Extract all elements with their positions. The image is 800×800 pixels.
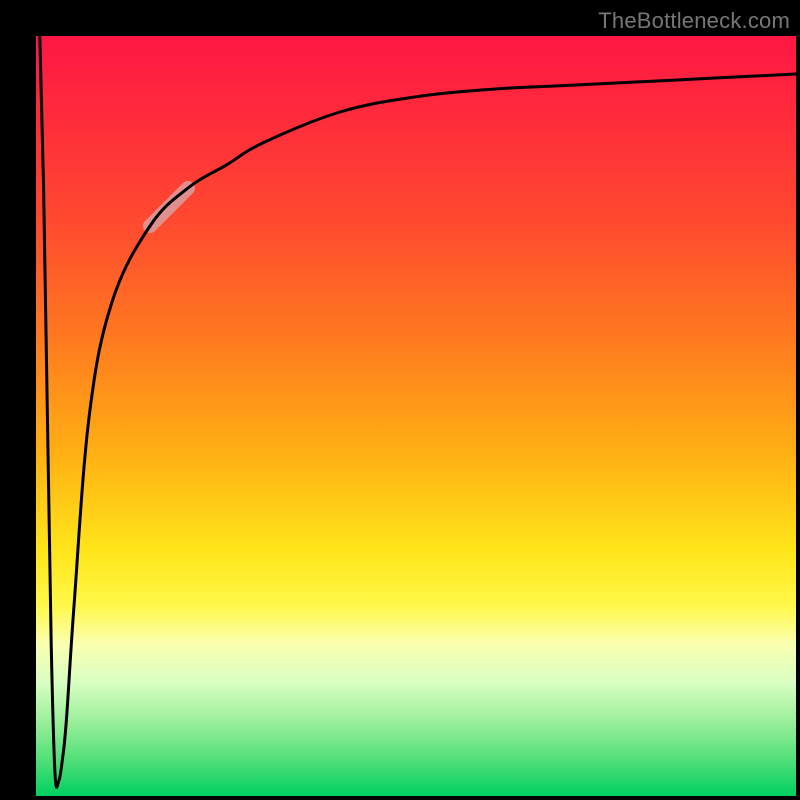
bottleneck-curve [36, 36, 796, 796]
watermark-label: TheBottleneck.com [598, 8, 790, 34]
plot-area [36, 36, 796, 796]
curve-path [40, 36, 796, 787]
chart-frame: TheBottleneck.com [0, 0, 800, 800]
